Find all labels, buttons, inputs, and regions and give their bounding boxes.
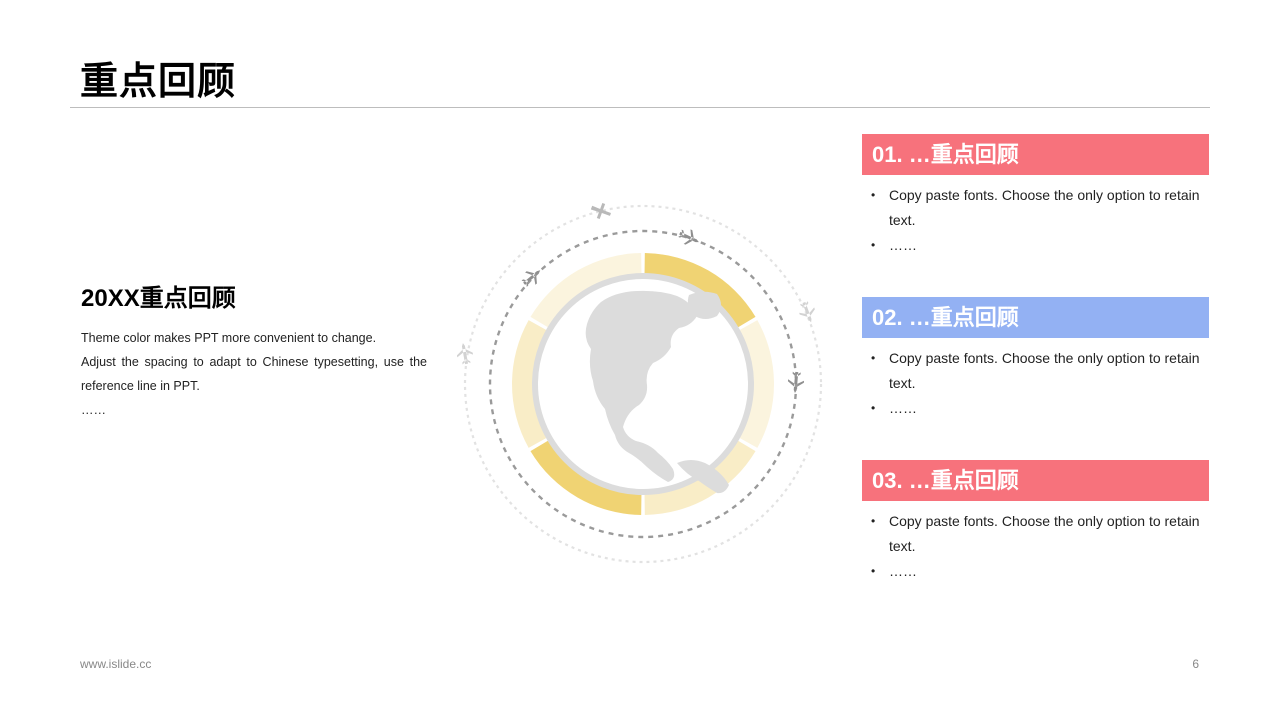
bullet-text: ……: [889, 237, 917, 253]
bullet-icon: •: [871, 401, 876, 415]
bullet-icon: •: [871, 188, 876, 202]
bullet-icon: •: [871, 514, 876, 528]
airplane-icon: [456, 343, 474, 365]
list-item: • ……: [862, 233, 1209, 258]
airplane-icon: [678, 229, 699, 245]
card-header: 02. …重点回顾: [862, 297, 1209, 338]
list-item: • ……: [862, 559, 1209, 584]
globe-ring-graphic: [456, 202, 823, 564]
summary-heading: 20XX重点回顾: [81, 285, 236, 312]
bullet-text: Copy paste fonts. Choose the only option…: [889, 187, 1200, 228]
summary-line: ……: [81, 403, 106, 417]
review-card-2: 02. …重点回顾 • Copy paste fonts. Choose the …: [862, 297, 1209, 421]
card-header: 03. …重点回顾: [862, 460, 1209, 501]
airplane-icon: [521, 270, 541, 287]
card-bullet-list: • Copy paste fonts. Choose the only optio…: [862, 346, 1209, 421]
summary-block: 20XX重点回顾 Theme color makes PPT more conv…: [81, 282, 427, 422]
list-item: • Copy paste fonts. Choose the only optio…: [862, 183, 1209, 233]
title-divider: [70, 107, 1210, 108]
bullet-text: ……: [889, 400, 917, 416]
bullet-icon: •: [871, 351, 876, 365]
list-item: • Copy paste fonts. Choose the only optio…: [862, 346, 1209, 396]
bullet-icon: •: [871, 564, 876, 578]
review-card-3: 03. …重点回顾 • Copy paste fonts. Choose the …: [862, 460, 1209, 584]
bullet-text: ……: [889, 563, 917, 579]
page-title: 重点回顾: [80, 61, 237, 103]
page-number: 6: [1192, 657, 1199, 671]
bullet-icon: •: [871, 238, 876, 252]
card-header: 01. …重点回顾: [862, 134, 1209, 175]
card-bullet-list: • Copy paste fonts. Choose the only optio…: [862, 183, 1209, 258]
bullet-text: Copy paste fonts. Choose the only option…: [889, 513, 1200, 554]
bullet-text: Copy paste fonts. Choose the only option…: [889, 350, 1200, 391]
summary-line: Adjust the spacing to adapt to Chinese t…: [81, 355, 427, 393]
footer-url: www.islide.cc: [80, 657, 152, 671]
summary-line: Theme color makes PPT more convenient to…: [81, 331, 377, 345]
airplane-icon: [799, 301, 815, 323]
card-bullet-list: • Copy paste fonts. Choose the only optio…: [862, 509, 1209, 584]
list-item: • ……: [862, 396, 1209, 421]
review-card-1: 01. …重点回顾 • Copy paste fonts. Choose the …: [862, 134, 1209, 258]
airplane-icon: [590, 202, 611, 220]
list-item: • Copy paste fonts. Choose the only optio…: [862, 509, 1209, 559]
